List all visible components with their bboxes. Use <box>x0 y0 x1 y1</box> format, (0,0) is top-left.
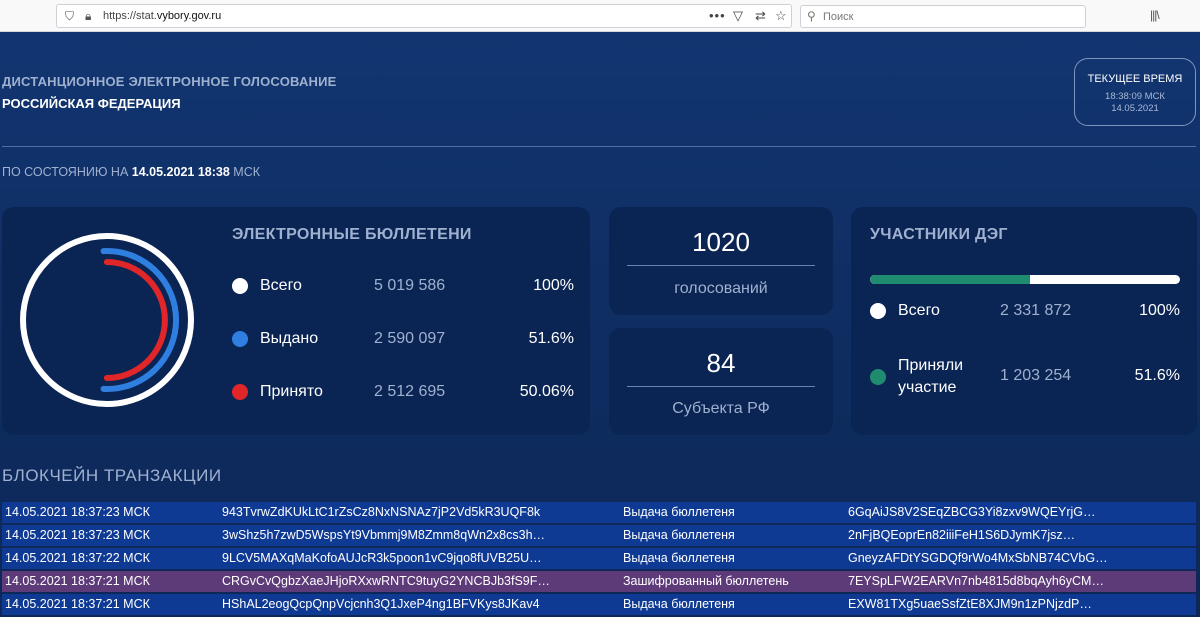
library-icon[interactable]: |||\ <box>1150 8 1160 22</box>
issued-dot <box>232 331 248 347</box>
lock-icon[interactable]: 🔒︎ <box>85 9 91 23</box>
header-title: РОССИЙСКАЯ ФЕДЕРАЦИЯ <box>2 96 181 111</box>
clock-date: 14.05.2021 <box>1111 103 1159 114</box>
search-input[interactable]: Поиск <box>823 11 853 23</box>
pocket-icon[interactable]: ▽ <box>733 8 743 24</box>
tx-time: 14.05.2021 18:37:21 МСК <box>5 574 150 588</box>
participants-joined-dot <box>870 369 886 385</box>
tx-type: Выдача бюллетеня <box>623 528 735 542</box>
tx-hash[interactable]: 9LCV5MAXqMaKofoAUJcR3k5poon1vC9jqo8fUVB2… <box>222 548 612 569</box>
page-content: ДИСТАНЦИОННОЕ ЭЛЕКТРОННОЕ ГОЛОСОВАНИЕ РО… <box>0 32 1200 617</box>
ring-accepted-arc <box>103 259 168 381</box>
as-of-datetime: 14.05.2021 18:38 <box>131 165 230 179</box>
ballots-total-value: 5 019 586 <box>374 277 446 294</box>
table-row[interactable]: 14.05.2021 18:37:23 МСК 3wShz5h7zwD5Wsps… <box>2 525 1196 546</box>
ballots-accepted-label: Принято <box>260 383 323 400</box>
header-divider <box>2 146 1196 147</box>
table-row-encrypted[interactable]: 14.05.2021 18:37:21 МСК CRGvCvQgbzXaeJHj… <box>2 571 1196 592</box>
table-row[interactable]: 14.05.2021 18:37:21 МСК HShAL2eogQcpQnpV… <box>2 594 1196 615</box>
as-of-prefix: ПО СОСТОЯНИЮ НА <box>2 165 129 179</box>
clock-time: 18:38:09 МСК <box>1105 91 1165 102</box>
shield-icon[interactable]: ⛉ <box>65 9 74 23</box>
participants-joined-label-line1: Приняли <box>898 357 964 374</box>
regions-count-divider <box>627 386 815 387</box>
participants-progress-bar <box>870 275 1180 284</box>
search-box[interactable]: ⚲ Поиск <box>800 5 1086 28</box>
accepted-dot <box>232 384 248 400</box>
ballots-total-label: Всего <box>260 277 302 294</box>
ballots-accepted-value: 2 512 695 <box>374 383 446 400</box>
tx-type: Выдача бюллетеня <box>623 505 735 519</box>
ballots-title: ЭЛЕКТРОННЫЕ БЮЛЛЕТЕНИ <box>232 226 472 243</box>
table-row[interactable]: 14.05.2021 18:37:22 МСК 9LCV5MAXqMaKofoA… <box>2 548 1196 569</box>
blockchain-title: БЛОКЧЕЙН ТРАНЗАКЦИИ <box>2 466 222 485</box>
votes-count-card: 1020 голосований <box>609 207 833 315</box>
votes-count-caption: голосований <box>674 280 768 297</box>
bookmark-star-icon[interactable]: ☆ <box>775 8 787 24</box>
tx-id[interactable]: 7EYSpLFW2EARVn7nb4815d8bqAyh6yCM… <box>848 571 1193 592</box>
total-dot <box>232 278 248 294</box>
table-row[interactable]: 14.05.2021 18:37:23 МСК 943TvrwZdKUkLtC1… <box>2 502 1196 523</box>
votes-count-divider <box>627 265 815 266</box>
regions-count-value: 84 <box>706 348 736 378</box>
participants-total-label: Всего <box>898 302 940 319</box>
tx-time: 14.05.2021 18:37:21 МСК <box>5 597 150 611</box>
regions-count-caption: Субъекта РФ <box>672 400 770 417</box>
browser-toolbar: ⛉ 🔒︎ https://stat.vybory.gov.ru ••• ▽ ⇄ … <box>0 0 1200 32</box>
tx-id[interactable]: 6GqAiJS8V2SEqZBCG3Yi8zxv9WQEYrjG… <box>848 502 1193 523</box>
tx-time: 14.05.2021 18:37:22 МСК <box>5 551 150 565</box>
ballots-total-percent: 100% <box>533 277 574 294</box>
tx-id[interactable]: EXW81TXg5uaeSsfZtE8XJM9n1zPNjzdP… <box>848 594 1193 615</box>
participants-joined-label-line2: участие <box>898 379 957 396</box>
clock-label: ТЕКУЩЕЕ ВРЕМЯ <box>1087 73 1183 85</box>
participants-total-percent: 100% <box>1139 302 1180 319</box>
ballots-issued-label: Выдано <box>260 330 319 347</box>
participants-joined-percent: 51.6% <box>1134 367 1180 384</box>
tx-type: Выдача бюллетеня <box>623 551 735 565</box>
tx-id[interactable]: GneyzAFDtYSGDQf9rWo4MxSbNB74CVbG… <box>848 548 1193 569</box>
tx-hash[interactable]: HShAL2eogQcpQnpVcjcnh3Q1JxeP4ng1BFVKys8J… <box>222 594 612 615</box>
url-text[interactable]: https://stat.vybory.gov.ru <box>103 10 221 22</box>
current-time-box: ТЕКУЩЕЕ ВРЕМЯ 18:38:09 МСК 14.05.2021 <box>1074 58 1196 126</box>
as-of-suffix: МСК <box>233 165 261 179</box>
participants-progress-fill <box>870 275 1030 284</box>
tx-hash[interactable]: CRGvCvQgbzXaeJHjoRXxwRNTC9tuyG2YNCBJb3fS… <box>222 571 612 592</box>
regions-count-card: 84 Субъекта РФ <box>609 328 833 435</box>
participants-row-joined: Приняли участие 1 203 254 51.6% <box>870 355 1180 399</box>
ballots-issued-value: 2 590 097 <box>374 330 446 347</box>
ballots-ring-chart <box>20 233 194 407</box>
tx-time: 14.05.2021 18:37:23 МСК <box>5 505 150 519</box>
tx-hash[interactable]: 943TvrwZdKUkLtC1rZsCz8NxNSNAz7jP2Vd5kR3U… <box>222 502 612 523</box>
participants-row-total: Всего 2 331 872 100% <box>870 299 1180 323</box>
participants-total-value: 2 331 872 <box>1000 302 1072 319</box>
ballots-row-total: Всего 5 019 586 100% <box>232 274 574 298</box>
tx-time: 14.05.2021 18:37:23 МСК <box>5 528 150 542</box>
participants-card: УЧАСТНИКИ ДЭГ Всего 2 331 872 100% Приня… <box>851 207 1197 435</box>
search-icon: ⚲ <box>807 9 816 23</box>
blockchain-table: 14.05.2021 18:37:23 МСК 943TvrwZdKUkLtC1… <box>2 502 1196 617</box>
ballots-accepted-percent: 50.06% <box>519 383 574 400</box>
ballots-card: ЭЛЕКТРОННЫЕ БЮЛЛЕТЕНИ Всего 5 019 586 10… <box>2 207 590 435</box>
ballots-issued-percent: 51.6% <box>528 330 574 347</box>
tx-id[interactable]: 2nFjBQEoprEn82iiiFeH1S6DJymK7jsz… <box>848 525 1193 546</box>
address-bar[interactable]: ⛉ 🔒︎ https://stat.vybory.gov.ru ••• ▽ ⇄ … <box>56 4 792 28</box>
translate-icon[interactable]: ⇄ <box>755 8 766 24</box>
participants-joined-label: Приняли участие <box>898 355 963 399</box>
ballots-row-accepted: Принято 2 512 695 50.06% <box>232 380 574 404</box>
as-of-line: ПО СОСТОЯНИЮ НА 14.05.2021 18:38 МСК <box>2 165 260 179</box>
ballots-row-issued: Выдано 2 590 097 51.6% <box>232 327 574 351</box>
header-subtitle: ДИСТАНЦИОННОЕ ЭЛЕКТРОННОЕ ГОЛОСОВАНИЕ <box>2 74 337 89</box>
participants-title: УЧАСТНИКИ ДЭГ <box>870 226 1008 243</box>
participants-joined-value: 1 203 254 <box>1000 367 1072 384</box>
tx-hash[interactable]: 3wShz5h7zwD5WspsYt9Vbmmj9M8Zmm8qWn2x8cs3… <box>222 525 612 546</box>
tx-type: Выдача бюллетеня <box>623 597 735 611</box>
votes-count-value: 1020 <box>692 227 750 257</box>
more-icon[interactable]: ••• <box>709 8 726 23</box>
participants-total-dot <box>870 303 886 319</box>
tx-type: Зашифрованный бюллетень <box>623 574 789 588</box>
